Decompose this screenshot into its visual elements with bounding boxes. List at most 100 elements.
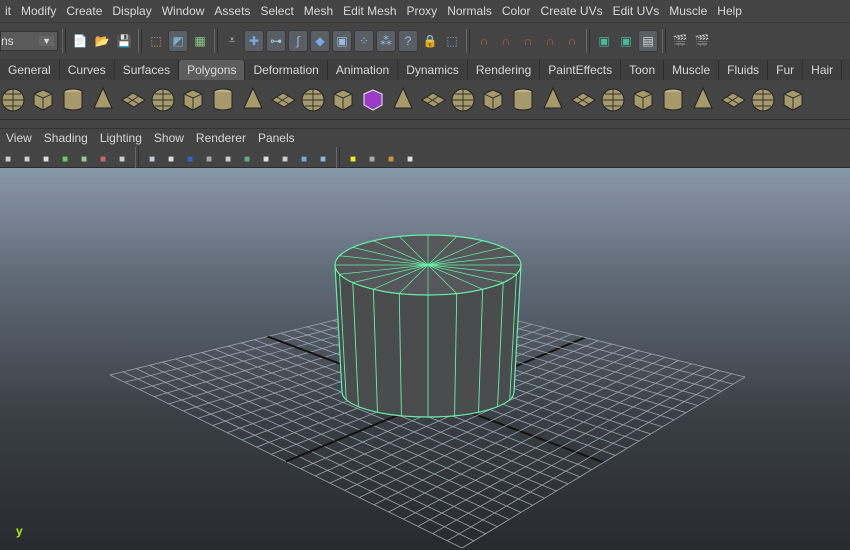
mirror-icon[interactable]	[390, 86, 416, 113]
shelf-tab-fluids[interactable]: Fluids	[719, 60, 769, 80]
select-hierarchy-icon[interactable]: ⬚	[146, 30, 166, 52]
poly-cylinder-icon[interactable]	[60, 86, 86, 113]
merge-icon[interactable]	[600, 86, 626, 113]
select-component-icon[interactable]: ▦	[190, 30, 210, 52]
menu-set-selector[interactable]: ns ▼	[0, 30, 58, 51]
offset-edge-loop-icon[interactable]	[690, 86, 716, 113]
smooth-proxy-icon[interactable]	[360, 86, 386, 113]
collapse-icon[interactable]	[630, 86, 656, 113]
extrude-icon[interactable]	[450, 86, 476, 113]
snap-bounding-icon[interactable]: ▣	[332, 29, 352, 52]
magnet-curve-icon[interactable]: ∩	[496, 30, 516, 52]
menu-mesh[interactable]: Mesh	[299, 4, 338, 18]
flat-light-icon[interactable]: ■	[296, 151, 312, 167]
image-plane-icon[interactable]: ■	[57, 151, 73, 167]
textured-icon[interactable]: ■	[220, 151, 236, 167]
output-ops-icon[interactable]: ▣	[616, 30, 636, 52]
perspective-viewport[interactable]	[0, 168, 850, 550]
separate-icon[interactable]	[300, 86, 326, 113]
magnet-point-icon[interactable]: ∩	[518, 30, 538, 52]
grid-toggle-icon[interactable]: ■	[95, 151, 111, 167]
panel-menu-panels[interactable]: Panels	[252, 131, 301, 145]
menu-normals[interactable]: Normals	[442, 4, 497, 18]
particles-icon[interactable]: ⁂	[376, 29, 396, 52]
wireframe-icon[interactable]: ■	[144, 151, 160, 167]
camera-attr-icon[interactable]: ■	[0, 151, 16, 167]
shelf-tab-painteffects[interactable]: PaintEffects	[540, 60, 622, 80]
select-camera-icon[interactable]: ■	[345, 151, 361, 167]
menu-modify[interactable]: Modify	[16, 4, 61, 18]
shadows-icon[interactable]: ■	[315, 151, 331, 167]
panel-menu-show[interactable]: Show	[148, 131, 190, 145]
menu-window[interactable]: Window	[157, 4, 210, 18]
select-object-icon[interactable]: ◩	[168, 29, 188, 52]
render-frame-icon[interactable]: 🎬	[692, 30, 712, 52]
snap-curve-icon[interactable]: ∫	[288, 29, 308, 52]
shelf-tab-fur[interactable]: Fur	[768, 60, 804, 80]
shelf-tab-dynamics[interactable]: Dynamics	[398, 60, 468, 80]
film-gate-icon[interactable]: ■	[76, 151, 92, 167]
menu-create-uvs[interactable]: Create UVs	[536, 4, 608, 18]
magnet-grid-icon[interactable]: ∩	[474, 30, 494, 52]
magnet-live-icon[interactable]: ∩	[562, 30, 582, 52]
render-settings-icon[interactable]: 🎬	[670, 30, 690, 52]
poly-cone-icon[interactable]	[90, 86, 116, 113]
shelf-tab-muscle[interactable]: Muscle	[664, 60, 720, 80]
combine-icon[interactable]	[270, 86, 296, 113]
extract-icon[interactable]	[330, 86, 356, 113]
backface-icon[interactable]: ■	[383, 151, 399, 167]
panel-menu-lighting[interactable]: Lighting	[94, 131, 148, 145]
default-light-icon[interactable]: ■	[258, 151, 274, 167]
snap-grid-icon[interactable]: ✚	[244, 29, 264, 52]
menu-assets[interactable]: Assets	[209, 4, 255, 18]
scene-canvas[interactable]	[0, 168, 850, 550]
xray-icon[interactable]: ■	[182, 151, 198, 167]
menu-muscle[interactable]: Muscle	[664, 4, 712, 18]
magnet-plane-icon[interactable]: ∩	[540, 30, 560, 52]
poly-plane-icon[interactable]	[120, 86, 146, 113]
menu-proxy[interactable]: Proxy	[402, 4, 443, 18]
cube-view-icon[interactable]: ■	[402, 151, 418, 167]
new-scene-icon[interactable]: 📄	[70, 30, 90, 52]
resolution-gate-icon[interactable]: ■	[114, 151, 130, 167]
shelf-tab-curves[interactable]: Curves	[60, 60, 115, 80]
menu-edit-mesh[interactable]: Edit Mesh	[338, 4, 401, 18]
smooth-shade-icon[interactable]: ■	[163, 151, 179, 167]
shelf-tab-deformation[interactable]: Deformation	[245, 60, 328, 80]
shelf-tab-polygons[interactable]: Polygons	[179, 60, 246, 80]
panel-menu-renderer[interactable]: Renderer	[190, 131, 252, 145]
shelf-tab-general[interactable]: General	[0, 60, 60, 80]
save-scene-icon[interactable]: 💾	[114, 30, 134, 52]
menu-color[interactable]: Color	[497, 4, 536, 18]
bookmarks-icon[interactable]: ■	[38, 151, 54, 167]
poly-pipe-icon[interactable]	[210, 86, 236, 113]
shelf-tab-rendering[interactable]: Rendering	[468, 60, 541, 80]
wireframe-on-shaded-icon[interactable]: ■	[239, 151, 255, 167]
insert-edge-loop-icon[interactable]	[660, 86, 686, 113]
camera-tools-icon[interactable]: ■	[19, 151, 35, 167]
shelf-tab-hair[interactable]: Hair	[803, 60, 843, 80]
help-icon[interactable]: ?	[398, 29, 418, 52]
poly-pyramid-icon[interactable]	[180, 86, 206, 113]
wedge-icon[interactable]	[750, 86, 776, 113]
isolate-icon[interactable]: ■	[201, 151, 217, 167]
snap-points-icon[interactable]: ⁘	[354, 29, 374, 52]
open-scene-icon[interactable]: 📂	[92, 30, 112, 52]
menu-create[interactable]: Create	[61, 4, 107, 18]
split-polygon-icon[interactable]	[540, 86, 566, 113]
boolean-icon[interactable]	[420, 86, 446, 113]
filter-icon[interactable]: ⩡	[222, 30, 242, 52]
shelf-tab-surfaces[interactable]: Surfaces	[115, 60, 180, 80]
menu-edit-uvs[interactable]: Edit UVs	[608, 4, 665, 18]
bridge-icon[interactable]	[480, 86, 506, 113]
poly-sphere-icon[interactable]	[0, 86, 26, 113]
menu-display[interactable]: Display	[107, 4, 156, 18]
poke-icon[interactable]	[720, 86, 746, 113]
poly-cube-icon[interactable]	[30, 86, 56, 113]
panel-menu-view[interactable]: View	[0, 131, 38, 145]
select-box-icon[interactable]: ⬚	[442, 30, 462, 52]
poly-helix-icon[interactable]	[240, 86, 266, 113]
input-ops-icon[interactable]: ▣	[594, 30, 614, 52]
shelf-tab-animation[interactable]: Animation	[328, 60, 399, 80]
all-lights-icon[interactable]: ■	[277, 151, 293, 167]
